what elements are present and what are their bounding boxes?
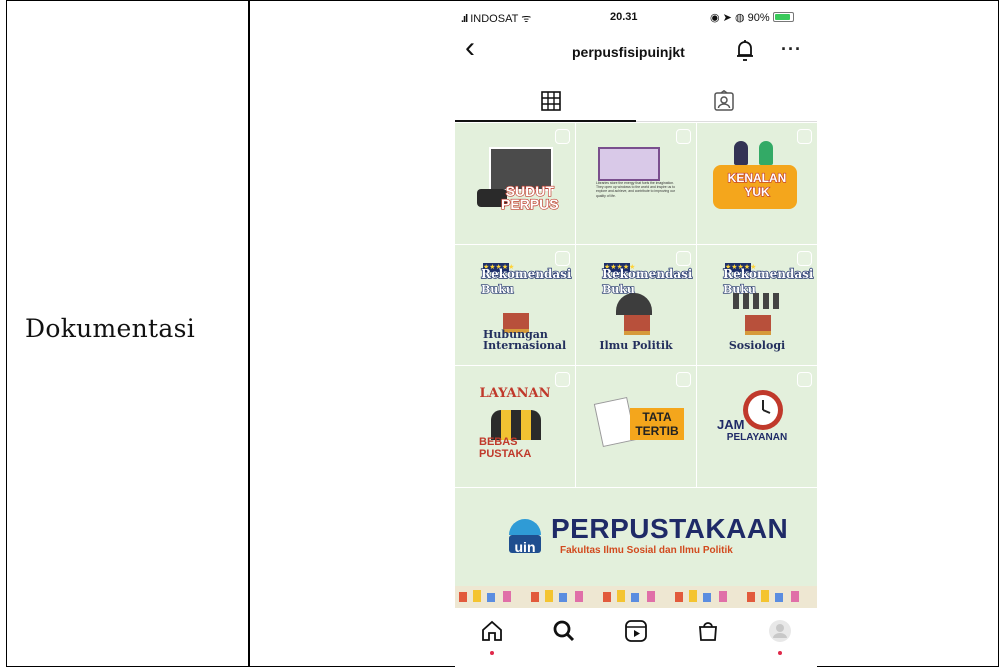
post-sudut-perpus[interactable]: SUDUT PERPUS (455, 123, 575, 244)
profile-notification-dot (778, 651, 782, 655)
battery-icon (773, 12, 794, 22)
home-notification-dot (490, 651, 494, 655)
more-options-icon[interactable]: ··· (781, 39, 802, 60)
profile-username: perpusfisipuinjkt (572, 44, 685, 60)
banner-subtitle: Fakultas Ilmu Sosial dan Ilmu Politik (560, 545, 733, 556)
post-rekomendasi-sosiologi[interactable]: ★★★★★ Rekomendasi Buku Sosiologi (697, 244, 817, 366)
battery-percent: 90% (747, 12, 770, 24)
post-title: SUDUT PERPUS (500, 183, 559, 212)
carrier-indicator: .ıl INDOSAT ᯤ (461, 13, 532, 25)
post-heading-sub: Buku (480, 282, 514, 296)
document-table: Dokumentasi .ıl INDOSAT ᯤ 20.31 ◉ ➤ ◍ 90… (6, 0, 999, 668)
home-icon[interactable] (480, 619, 504, 643)
select-checkbox[interactable] (676, 129, 691, 144)
active-tab-indicator (455, 120, 636, 122)
lock-rotation-icon: ◉ (710, 12, 720, 24)
status-icons: ◉ ➤ ◍ 90% (710, 11, 770, 24)
post-rekomendasi-hi[interactable]: ★★★★★ Rekomendasi Buku Hubungan Internas… (455, 244, 575, 366)
carrier-name: INDOSAT (470, 13, 519, 25)
back-icon[interactable]: ‹ (465, 33, 475, 63)
select-checkbox[interactable] (797, 129, 812, 144)
tagged-icon[interactable] (713, 90, 735, 112)
table-column-divider (248, 1, 250, 666)
select-checkbox[interactable] (797, 250, 812, 266)
row-label: Dokumentasi (25, 314, 196, 343)
reels-icon[interactable] (624, 619, 648, 643)
select-checkbox[interactable] (555, 250, 570, 266)
post-heading: Rekomendasi (601, 266, 693, 281)
instagram-screenshot: .ıl INDOSAT ᯤ 20.31 ◉ ➤ ◍ 90% ‹ perpusfi… (455, 1, 817, 668)
post-quote-text: Libraries store the energy that fuels th… (596, 181, 675, 198)
post-layanan-bebas-pustaka[interactable]: LAYANAN BEBAS PUSTAKA (455, 366, 575, 487)
bell-icon[interactable] (733, 37, 757, 63)
post-title-line: PELAYANAN (726, 432, 788, 444)
books-illustration (598, 147, 660, 181)
post-kenalan-yuk[interactable]: KENALAN YUK (697, 123, 817, 244)
post-subject: Hubungan Internasional (483, 329, 575, 351)
post-title-line: KENALAN (727, 170, 787, 185)
post-subject: Sosiologi (728, 339, 786, 353)
book-stack-icon (745, 314, 771, 335)
select-checkbox[interactable] (676, 250, 691, 266)
posts-grid: SUDUT PERPUS Libraries store the energy … (455, 123, 817, 487)
person-figure (734, 141, 748, 165)
post-title-line: TATA (642, 410, 672, 425)
decorative-pattern (459, 590, 799, 602)
post-tata-tertib[interactable]: TATA TERTIB (576, 366, 696, 487)
post-title-line: PERPUS (500, 196, 559, 212)
alarm-icon: ◍ (734, 12, 745, 24)
banner-title: PERPUSTAKAAN (551, 513, 789, 544)
post-subject: Ilmu Politik (599, 339, 673, 353)
book-stack-icon (624, 314, 650, 335)
post-quote[interactable]: Libraries store the energy that fuels th… (576, 123, 696, 244)
select-checkbox[interactable] (555, 372, 570, 388)
post-title: BEBAS PUSTAKA (479, 436, 531, 460)
post-jam-pelayanan[interactable]: JAM PELAYANAN (697, 366, 817, 487)
post-title: JAM PELAYANAN (697, 418, 817, 444)
wifi-icon: ᯤ (521, 13, 532, 25)
location-icon: ➤ (722, 12, 732, 24)
uin-logo-text: uin (514, 539, 536, 555)
post-title: LAYANAN (479, 386, 551, 402)
profile-tabs (455, 85, 817, 123)
select-checkbox[interactable] (555, 129, 570, 144)
select-checkbox[interactable] (676, 372, 691, 388)
post-title-line: JAM (717, 417, 745, 433)
post-subject-line: Internasional (483, 339, 567, 353)
post-title-line: YUK (744, 184, 771, 199)
post-title-line: BEBAS (479, 436, 518, 449)
post-rekomendasi-ilmu-politik[interactable]: ★★★★★ Rekomendasi Buku Ilmu Politik (576, 244, 696, 366)
person-figure (759, 141, 773, 165)
status-bar: .ıl INDOSAT ᯤ 20.31 ◉ ➤ ◍ 90% (455, 1, 817, 27)
profile-icon[interactable] (768, 619, 792, 643)
people-icon (733, 292, 781, 309)
select-checkbox[interactable] (797, 372, 812, 388)
post-title: TATA TERTIB (632, 410, 682, 438)
decorative-ribbon (455, 586, 817, 608)
search-icon[interactable] (552, 619, 576, 643)
tab-divider (636, 121, 817, 122)
post-title-line: TERTIB (635, 424, 679, 439)
post-title-line: PUSTAKA (479, 448, 532, 461)
profile-header: ‹ perpusfisipuinjkt ··· (455, 27, 817, 75)
post-title: KENALAN YUK (697, 170, 817, 199)
post-heading: Rekomendasi (480, 266, 572, 281)
clock: 20.31 (610, 11, 638, 23)
grid-icon[interactable] (541, 91, 561, 111)
bottom-navigation (455, 608, 817, 668)
post-heading: Rekomendasi (722, 266, 814, 281)
capitol-dome-icon (616, 292, 652, 315)
library-banner[interactable]: uin PERPUSTAKAAN Fakultas Ilmu Sosial da… (455, 488, 817, 586)
shop-icon[interactable] (696, 619, 720, 643)
